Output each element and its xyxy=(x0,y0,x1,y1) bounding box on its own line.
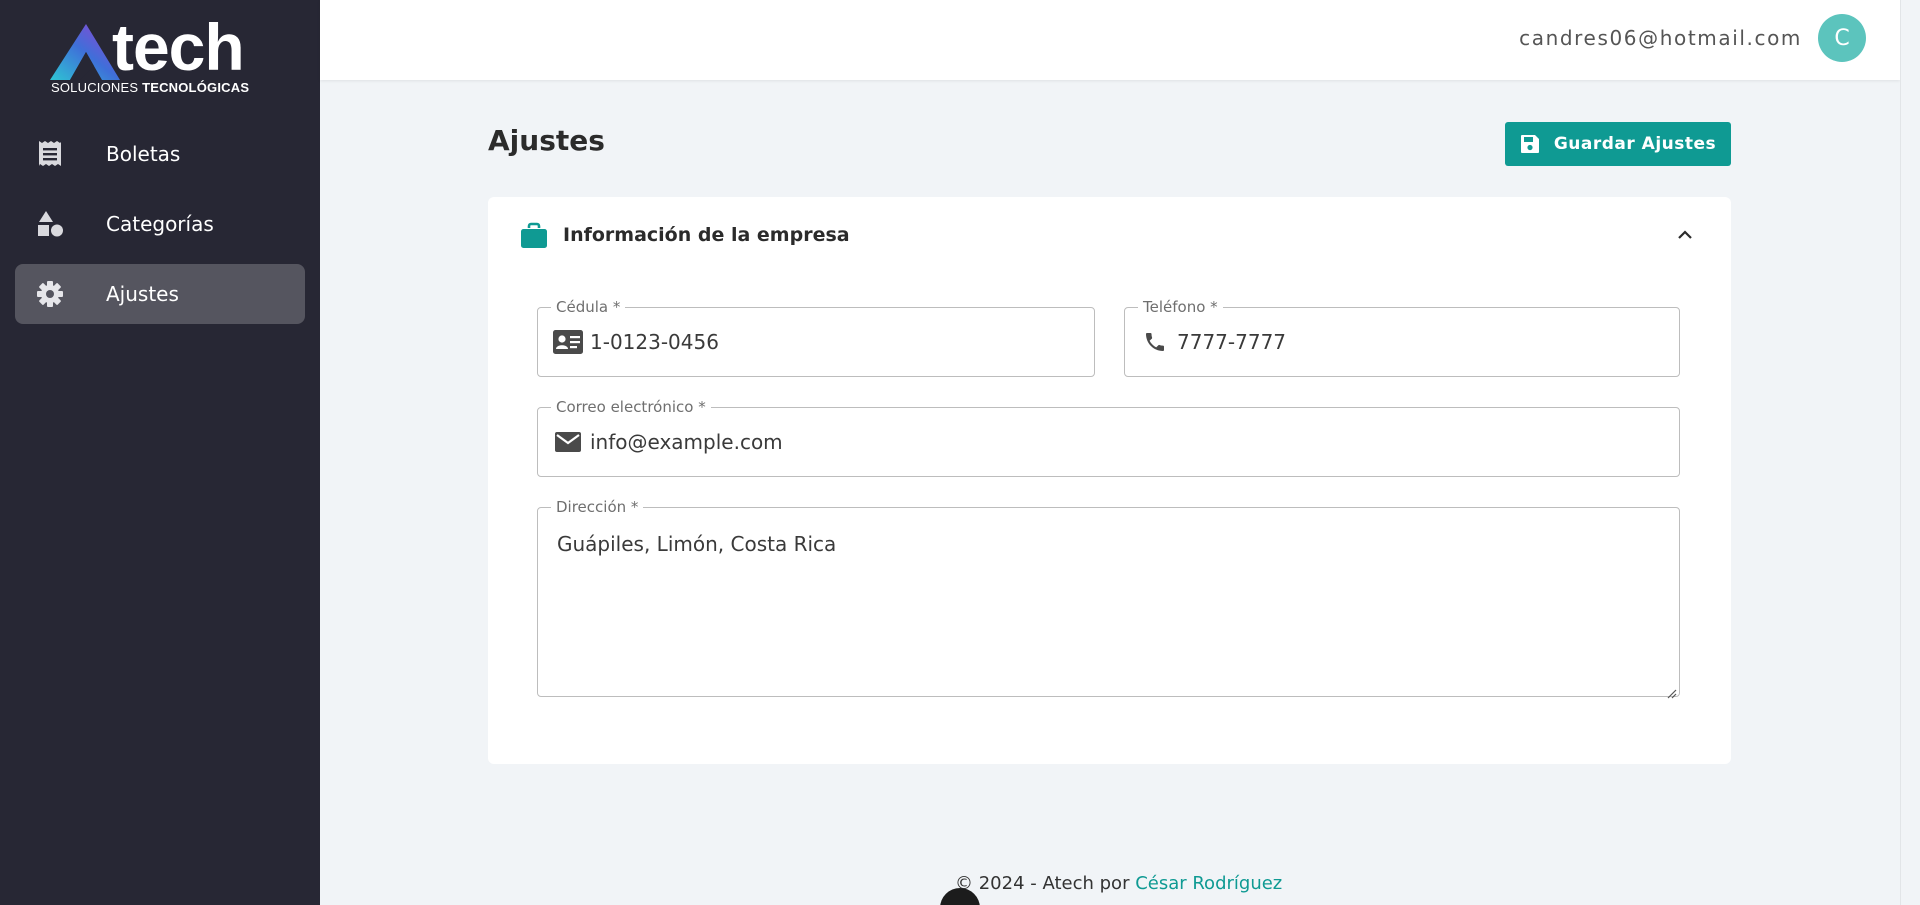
field-label: Dirección * xyxy=(551,498,644,516)
resize-handle-icon[interactable] xyxy=(1667,684,1677,699)
company-info-panel: Información de la empresa Cédula * 1-012… xyxy=(488,197,1731,764)
author-link[interactable]: César Rodríguez xyxy=(1135,873,1282,894)
gear-icon xyxy=(36,280,64,308)
address-field[interactable]: Dirección * Guápiles, Limón, Costa Rica xyxy=(537,498,1680,699)
sidebar-item-ajustes[interactable]: Ajustes xyxy=(15,264,305,324)
field-label: Cédula * xyxy=(551,298,626,316)
field-label: Correo electrónico * xyxy=(551,398,711,416)
floppy-disk-icon xyxy=(1520,134,1540,154)
save-settings-button[interactable]: Guardar Ajustes xyxy=(1505,122,1731,166)
id-card-icon xyxy=(553,327,583,357)
phone-field[interactable]: Teléfono * 7777-7777 xyxy=(1124,298,1680,377)
sidebar-item-boletas[interactable]: Boletas xyxy=(15,124,305,184)
email-field[interactable]: Correo electrónico * info@example.com xyxy=(537,398,1680,477)
email-input[interactable]: info@example.com xyxy=(590,430,783,454)
chevron-up-icon[interactable] xyxy=(1673,223,1697,247)
sidebar-nav: Boletas Categorías Ajustes xyxy=(15,124,305,334)
briefcase-icon xyxy=(520,222,548,250)
logo-tagline: SOLUCIONES TECNOLÓGICAS xyxy=(51,80,250,95)
page-title: Ajustes xyxy=(488,124,605,157)
logo-triangle-icon xyxy=(50,24,120,80)
user-email[interactable]: candres06@hotmail.com xyxy=(1519,26,1802,50)
phone-icon xyxy=(1140,327,1170,357)
footer: © 2024 - Atech por César Rodríguez xyxy=(955,873,1282,894)
atech-logo[interactable]: tech SOLUCIONES TECNOLÓGICAS xyxy=(50,14,274,98)
logo-wordmark: tech xyxy=(112,10,245,84)
mail-icon xyxy=(553,428,583,458)
sidebar-item-label: Ajustes xyxy=(106,282,179,306)
sidebar-item-categorias[interactable]: Categorías xyxy=(15,194,305,254)
footer-text: © 2024 - Atech por xyxy=(955,873,1136,894)
cedula-field[interactable]: Cédula * 1-0123-0456 xyxy=(537,298,1095,377)
scrollbar[interactable] xyxy=(1900,0,1920,905)
company-info-header[interactable]: Información de la empresa xyxy=(488,197,1731,277)
sidebar-item-label: Categorías xyxy=(106,212,214,236)
save-settings-label: Guardar Ajustes xyxy=(1553,134,1717,154)
receipt-icon xyxy=(36,140,64,168)
avatar[interactable]: C xyxy=(1818,14,1866,62)
cedula-input[interactable]: 1-0123-0456 xyxy=(590,330,719,354)
top-header: candres06@hotmail.com C xyxy=(320,0,1900,80)
phone-input[interactable]: 7777-7777 xyxy=(1177,330,1286,354)
address-textarea[interactable]: Guápiles, Limón, Costa Rica xyxy=(557,532,836,556)
sidebar: tech SOLUCIONES TECNOLÓGICAS Boletas Cat… xyxy=(0,0,320,905)
field-label: Teléfono * xyxy=(1138,298,1223,316)
panel-title: Información de la empresa xyxy=(563,224,850,246)
shapes-icon xyxy=(36,210,64,238)
sidebar-item-label: Boletas xyxy=(106,142,181,166)
